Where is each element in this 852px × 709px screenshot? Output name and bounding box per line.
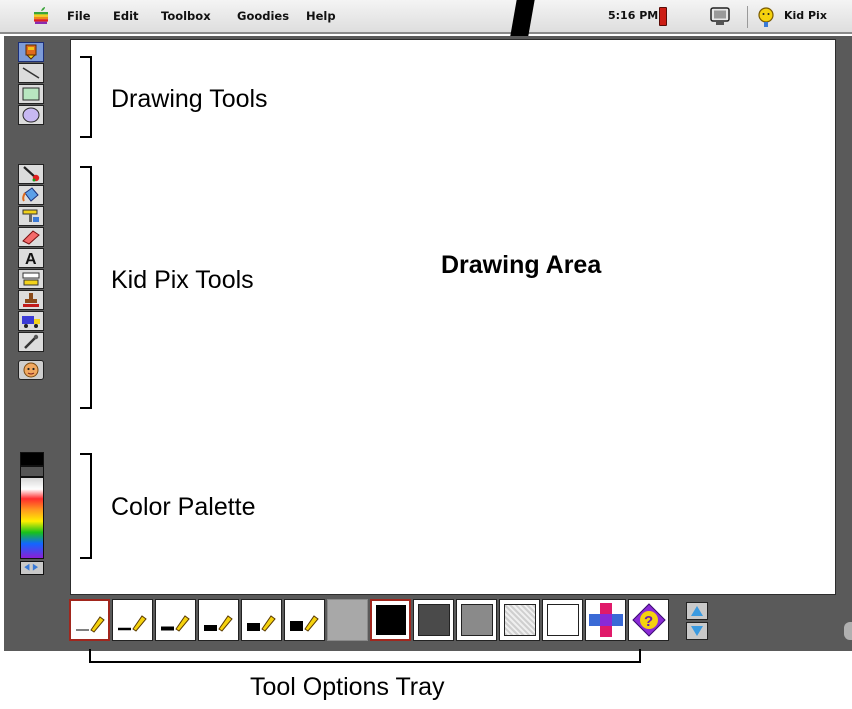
alphabet-text-icon: A (25, 251, 37, 266)
rectangle-icon (22, 87, 40, 101)
tray-scroll-down-button[interactable] (686, 622, 708, 640)
up-arrow-icon (691, 606, 703, 616)
drawing-tools-bracket (80, 56, 92, 138)
menu-bar: File Edit Toolbox Goodies Help 5:16 PM K… (0, 0, 852, 36)
pattern-dark-gray[interactable] (413, 599, 454, 641)
paint-bucket-tool[interactable] (18, 185, 44, 205)
thicker-pencil-icon (247, 615, 276, 632)
line-size-thin[interactable] (112, 599, 153, 641)
color-palette-bracket (80, 453, 92, 559)
window-edge-tab (844, 622, 852, 640)
palette-black-swatch[interactable] (20, 452, 44, 466)
battery-icon (659, 7, 667, 26)
tool-options-tray-bracket (89, 649, 641, 663)
drawing-area-label: Drawing Area (441, 251, 602, 279)
eyedropper-tool[interactable] (18, 332, 44, 352)
undo-guy-icon (23, 362, 39, 378)
moving-van-label-icon (22, 272, 40, 286)
menu-help[interactable]: Help (306, 9, 336, 23)
medium-gray-swatch (461, 604, 493, 636)
line-size-thick[interactable] (198, 599, 239, 641)
line-tool[interactable] (18, 63, 44, 83)
apple-menu-icon[interactable] (33, 7, 49, 24)
palette-scroll-arrows-icon (24, 563, 38, 571)
kid-pix-app-icon[interactable] (755, 6, 777, 28)
svg-text:A: A (25, 251, 37, 266)
kid-pix-tools-label: Kid Pix Tools (111, 266, 254, 294)
app-name[interactable]: Kid Pix (784, 9, 827, 22)
pattern-white[interactable] (542, 599, 583, 641)
rubber-stamp-tool[interactable] (18, 290, 44, 310)
wacky-pencil-icon (25, 44, 37, 60)
thin-pencil-icon (118, 615, 147, 632)
menu-file[interactable]: File (67, 9, 91, 23)
color-palette-label: Color Palette (111, 493, 256, 521)
menu-separator (747, 6, 748, 28)
monitor-icon[interactable] (708, 7, 732, 27)
alphabet-text-tool[interactable]: A (18, 248, 44, 268)
svg-text:?: ? (644, 613, 653, 630)
eyedropper-icon (24, 334, 39, 349)
color-cross-icon (589, 603, 623, 637)
menu-edit[interactable]: Edit (113, 9, 139, 23)
rectangle-tool[interactable] (18, 84, 44, 104)
pattern-mystery[interactable]: ? (628, 599, 669, 641)
question-mark-icon: ? (632, 603, 666, 637)
black-swatch (376, 605, 406, 635)
kid-pix-tools-bracket (80, 166, 92, 409)
line-size-thicker[interactable] (241, 599, 282, 641)
thick-pencil-icon (204, 615, 233, 632)
thickest-pencil-icon (290, 615, 319, 632)
line-size-thinnest[interactable] (69, 599, 110, 641)
menu-clock[interactable]: 5:16 PM (608, 9, 658, 22)
line-icon (22, 67, 40, 79)
tray-scroll-up-button[interactable] (686, 602, 708, 620)
tool-options-tray-label: Tool Options Tray (250, 673, 445, 701)
label-maker-tool[interactable] (18, 269, 44, 289)
pattern-black[interactable] (370, 599, 411, 641)
down-arrow-icon (691, 626, 703, 636)
palette-gray-swatch[interactable] (20, 466, 44, 477)
paint-bucket-icon (22, 187, 39, 202)
text-stamp-icon (22, 209, 39, 222)
moving-van-icon (22, 316, 40, 328)
dark-gray-swatch (418, 604, 450, 636)
eraser-tool[interactable] (18, 227, 44, 247)
eraser-icon (22, 230, 40, 245)
wacky-pencil-tool[interactable] (18, 42, 44, 62)
moving-van-tool[interactable] (18, 311, 44, 331)
palette-arrows[interactable] (20, 561, 44, 575)
thin-pencil-icon (76, 616, 105, 633)
paintbrush-icon (23, 166, 40, 182)
white-swatch (547, 604, 579, 636)
kid-pix-window: A ? (4, 36, 852, 651)
line-size-medium[interactable] (155, 599, 196, 641)
rubber-stamp-icon (23, 293, 39, 307)
pattern-medium-gray[interactable] (456, 599, 497, 641)
overlay-stroke (510, 0, 536, 36)
line-size-thickest[interactable] (284, 599, 325, 641)
oval-icon (22, 107, 40, 123)
menu-goodies[interactable]: Goodies (237, 9, 289, 23)
oval-tool[interactable] (18, 105, 44, 125)
pattern-color-cross[interactable] (585, 599, 626, 641)
paintbrush-tool[interactable] (18, 164, 44, 184)
undo-guy-tool[interactable] (18, 360, 44, 380)
tray-empty-slot (327, 599, 368, 641)
palette-color-strip[interactable] (20, 477, 44, 559)
pattern-light-gray[interactable] (499, 599, 540, 641)
drawing-tools-label: Drawing Tools (111, 85, 268, 113)
light-gray-swatch (504, 604, 536, 636)
menu-toolbox[interactable]: Toolbox (161, 9, 211, 23)
text-stamp-tool[interactable] (18, 206, 44, 226)
medium-pencil-icon (161, 615, 190, 632)
